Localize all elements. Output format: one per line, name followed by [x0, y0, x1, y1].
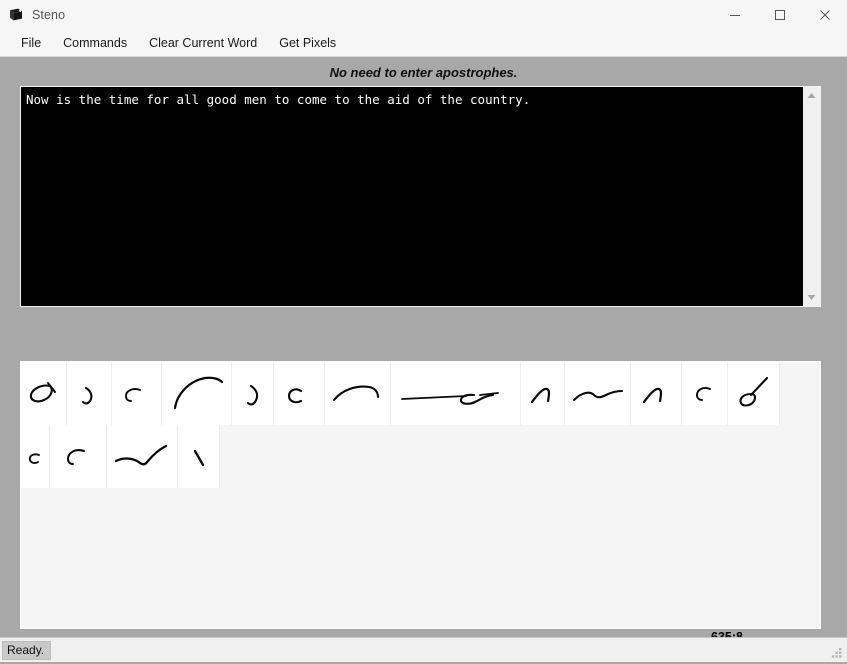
stroke-cell[interactable] [682, 362, 728, 425]
menu-clear-current-word[interactable]: Clear Current Word [138, 33, 268, 53]
stroke-cell[interactable] [67, 362, 112, 425]
stroke-cell[interactable] [21, 425, 50, 488]
stroke-cell[interactable] [521, 362, 565, 425]
stroke-cell[interactable] [391, 362, 521, 425]
stroke-cell[interactable] [631, 362, 682, 425]
status-message: Ready. [2, 640, 52, 660]
hint-text: No need to enter apostrophes. [329, 65, 518, 80]
scrollbar-track[interactable] [803, 104, 820, 289]
stroke-cell[interactable] [565, 362, 631, 425]
close-icon[interactable] [802, 0, 847, 29]
title-bar: Steno [0, 0, 847, 29]
stroke-cell[interactable] [232, 362, 274, 425]
stroke-cell[interactable] [728, 362, 780, 425]
maximize-icon[interactable] [757, 0, 802, 29]
text-editor[interactable]: Now is the time for all good men to come… [20, 86, 821, 307]
stroke-cell[interactable] [112, 362, 162, 425]
stroke-cell[interactable] [107, 425, 178, 488]
stroke-cell[interactable] [50, 425, 107, 488]
status-bar: Ready. [0, 637, 847, 662]
stroke-cell[interactable] [325, 362, 391, 425]
menu-commands[interactable]: Commands [52, 33, 138, 53]
stroke-row [21, 362, 820, 425]
menu-bar: File Commands Clear Current Word Get Pix… [0, 29, 847, 57]
editor-scrollbar[interactable] [802, 87, 820, 306]
stroke-cell[interactable] [21, 362, 67, 425]
menu-file[interactable]: File [10, 33, 52, 53]
window-controls [712, 0, 847, 29]
strokes-panel[interactable] [20, 361, 821, 629]
stroke-row [21, 425, 820, 488]
editor-input[interactable]: Now is the time for all good men to come… [21, 87, 802, 306]
resize-grip-icon[interactable] [830, 645, 844, 659]
minimize-icon[interactable] [712, 0, 757, 29]
strokes-rows [21, 362, 820, 488]
notebook-icon [7, 6, 25, 24]
menu-get-pixels[interactable]: Get Pixels [268, 33, 347, 53]
scroll-down-icon[interactable] [803, 289, 820, 306]
stroke-cell[interactable] [274, 362, 325, 425]
scroll-up-icon[interactable] [803, 87, 820, 104]
window-title: Steno [32, 7, 66, 22]
client-area: No need to enter apostrophes. Now is the… [0, 57, 847, 644]
app-window: Steno File Commands Clear Current Word G… [0, 0, 847, 662]
stroke-cell[interactable] [162, 362, 232, 425]
stroke-cell[interactable] [178, 425, 220, 488]
